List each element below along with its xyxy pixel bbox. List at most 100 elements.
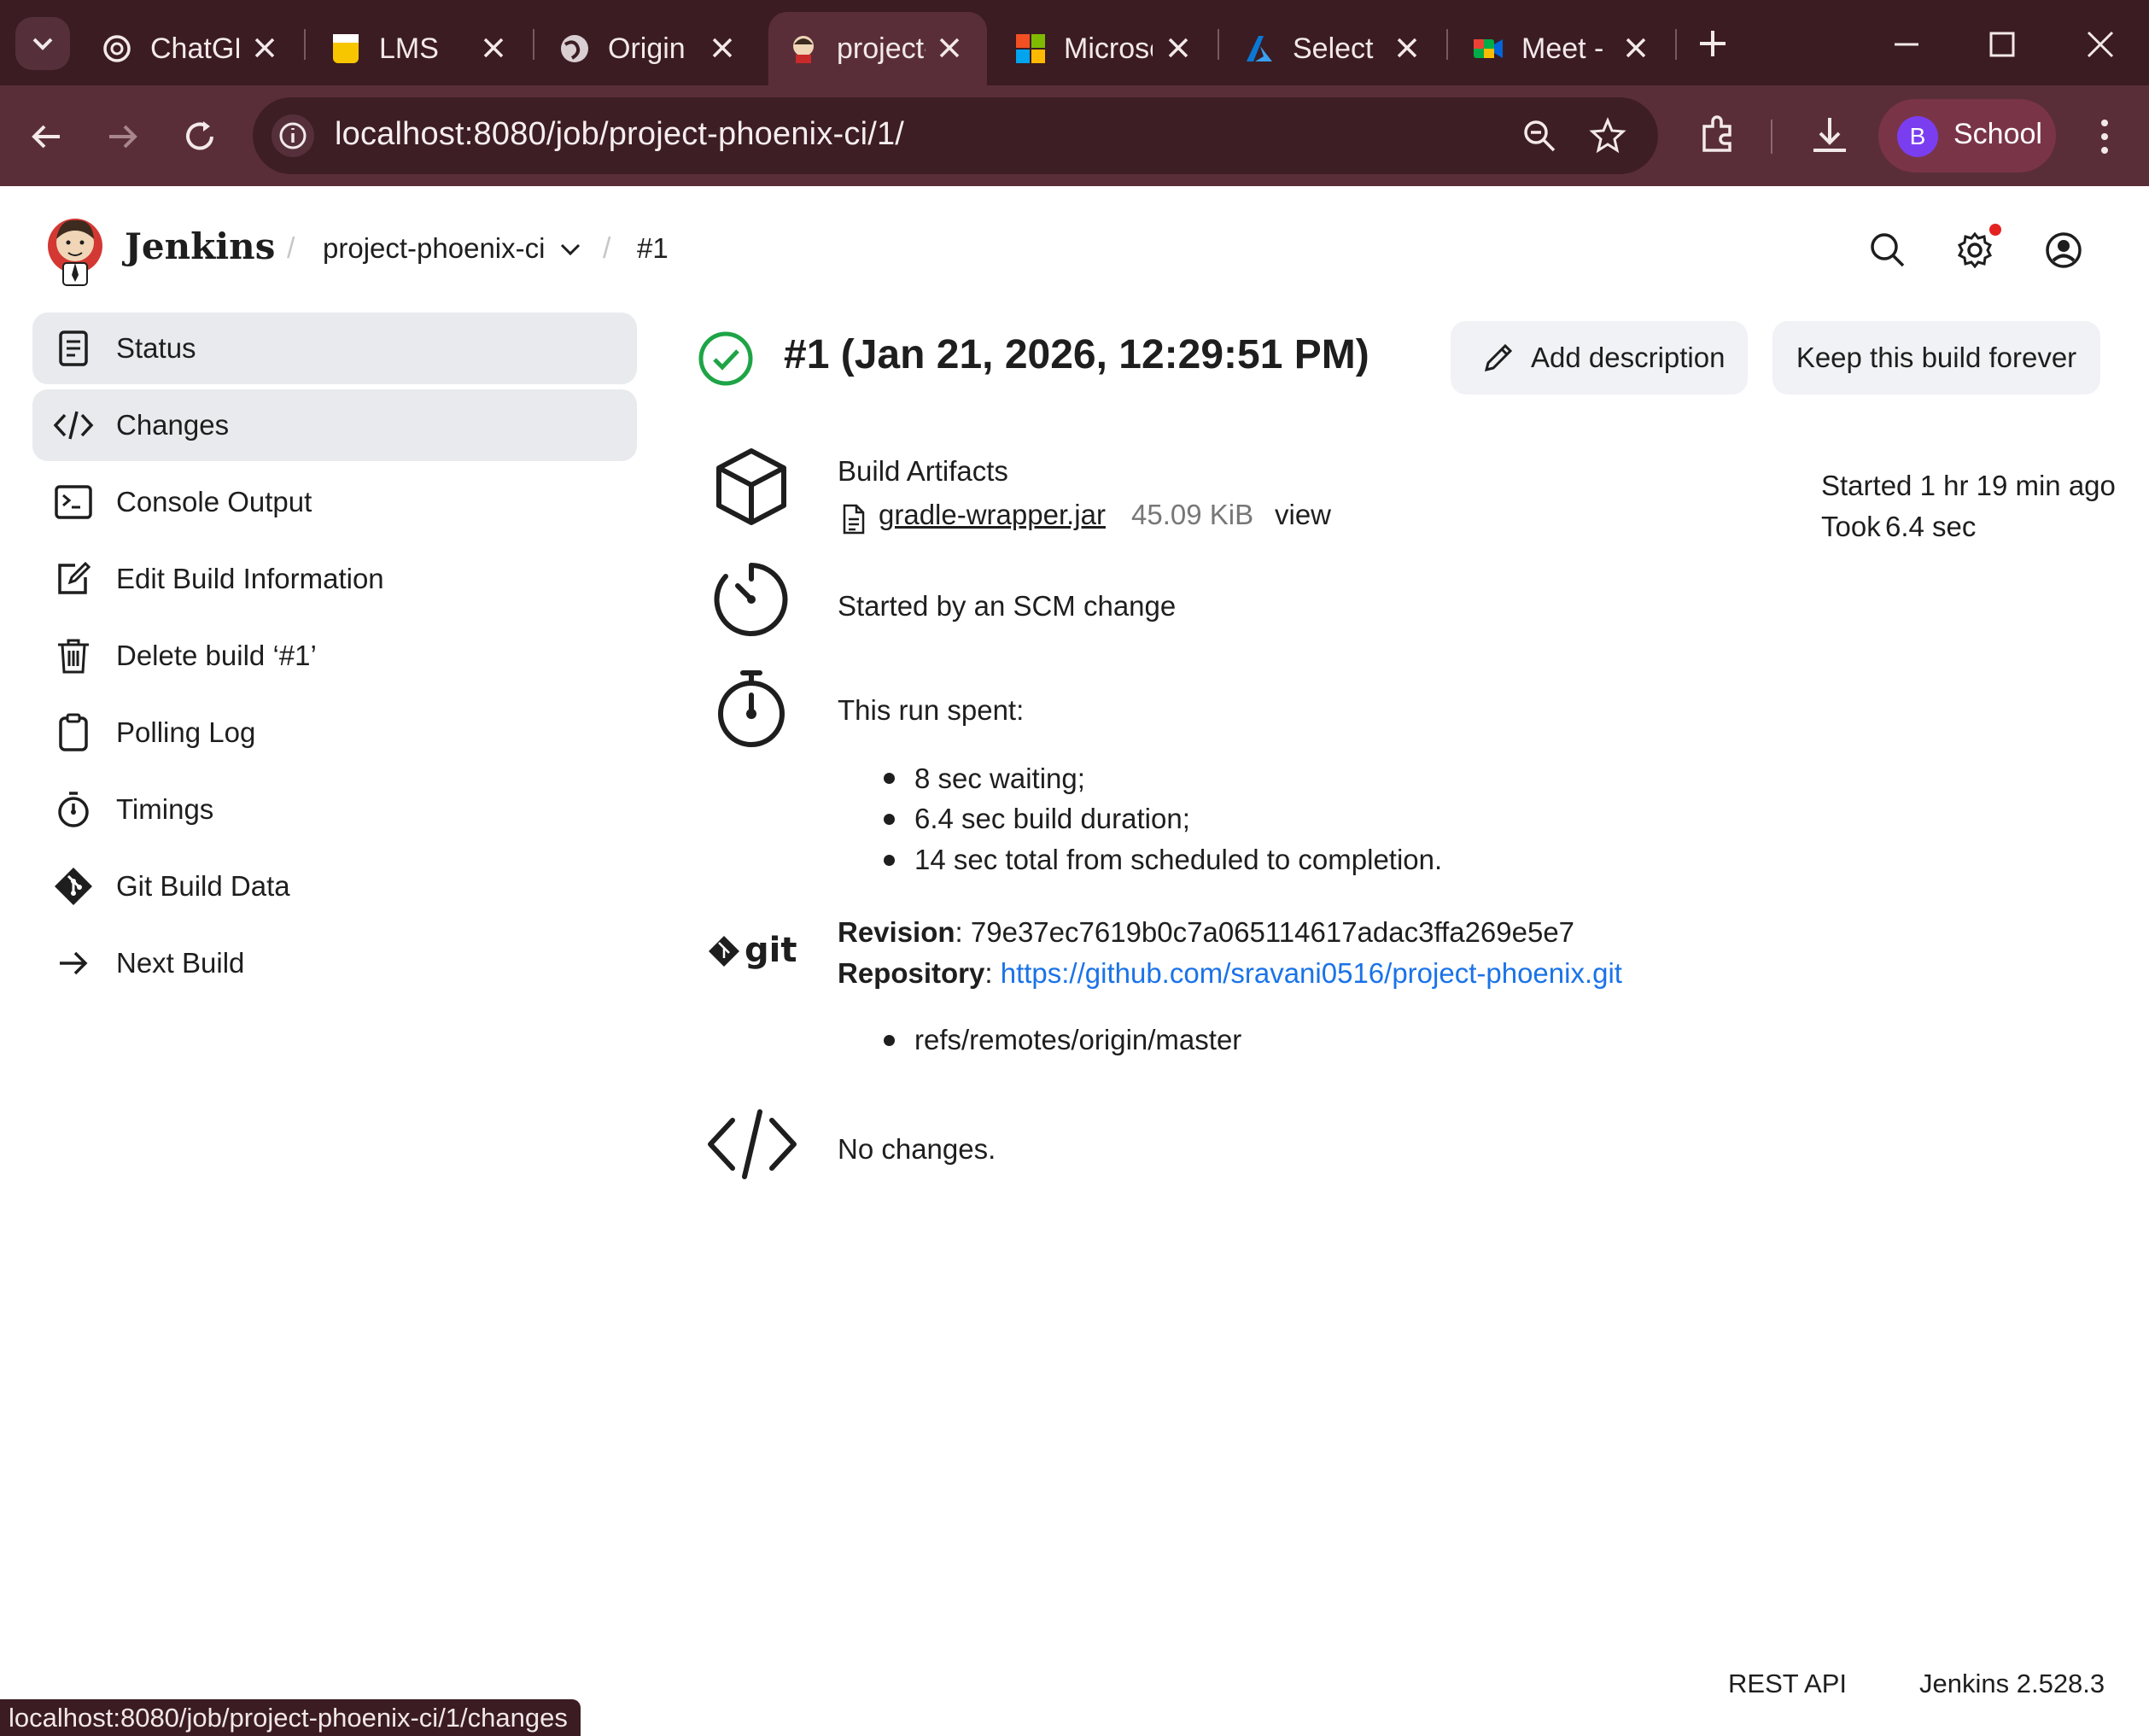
build-artifacts-link[interactable]: Build Artifacts [838, 455, 1008, 488]
repository-link[interactable]: https://github.com/sravani0516/project-p… [1001, 957, 1622, 989]
close-tab-icon[interactable] [476, 31, 511, 65]
artifact-view-link[interactable]: view [1275, 499, 1331, 531]
microsoft-icon [1014, 32, 1047, 65]
tab-meet[interactable]: Meet - [1453, 12, 1673, 85]
extensions-icon[interactable] [1692, 111, 1742, 161]
sidebar-item-label: Changes [116, 409, 230, 441]
close-tab-icon[interactable] [1390, 31, 1424, 65]
code-icon [53, 411, 94, 440]
no-changes-text: No changes. [838, 1133, 996, 1165]
toolbar-divider [1771, 120, 1772, 154]
sidebar-item-label: Git Build Data [116, 870, 290, 902]
site-info-icon[interactable] [272, 114, 314, 157]
avatar: B [1897, 116, 1938, 157]
close-tab-icon[interactable] [248, 31, 282, 65]
zoom-icon[interactable] [1520, 116, 1559, 155]
sidebar-item-next-build[interactable]: Next Build [32, 927, 637, 999]
tab-jenkins-active[interactable]: project-phoenix-ci [768, 12, 987, 85]
browser-menu-icon[interactable] [2088, 111, 2122, 162]
azure-icon [1243, 32, 1276, 65]
close-tab-icon[interactable] [705, 31, 739, 65]
jenkins-version[interactable]: Jenkins 2.528.3 [1919, 1669, 2105, 1699]
tab-divider [1218, 29, 1219, 60]
took-prefix: Took [1821, 511, 1881, 542]
notification-badge [1989, 224, 2001, 236]
meet-icon [1472, 32, 1504, 65]
terminal-icon [55, 485, 92, 519]
chevron-down-icon[interactable] [555, 234, 586, 265]
status-icon [59, 330, 88, 366]
git-logo-icon: git [709, 931, 797, 970]
tab-search-button[interactable] [15, 17, 70, 70]
sidebar-item-label: Status [116, 332, 196, 364]
edit-icon [58, 561, 91, 594]
jenkins-icon [787, 32, 820, 65]
artifact-file-link[interactable]: gradle-wrapper.jar [879, 499, 1106, 531]
tab-microsoft[interactable]: Microsoft [996, 12, 1216, 85]
forward-icon[interactable] [99, 113, 147, 161]
close-window-icon[interactable] [2082, 26, 2119, 63]
artifact-size: 45.09 KiB [1131, 499, 1254, 530]
sidebar-item-edit-build-information[interactable]: Edit Build Information [32, 543, 637, 615]
sidebar-item-console-output[interactable]: Console Output [32, 466, 637, 538]
arrow-right-icon [60, 951, 88, 975]
timing-build-duration: 6.4 sec build duration; [914, 803, 1190, 834]
stopwatch-icon [718, 670, 785, 747]
tab-title: Microsoft [1064, 32, 1153, 65]
minimize-icon[interactable] [1888, 26, 1925, 63]
build-cause-link[interactable]: Started by an SCM change [838, 590, 1176, 623]
url-text[interactable]: localhost:8080/job/project-phoenix-ci/1/ [335, 116, 904, 153]
breadcrumb-separator: / [603, 232, 611, 265]
sidebar-item-git-build-data[interactable]: Git Build Data [32, 850, 637, 922]
gear-icon[interactable] [1953, 229, 1996, 272]
trash-icon [58, 639, 89, 674]
tab-chatgpt[interactable]: ChatGPT [82, 12, 302, 85]
sidebar-item-status[interactable]: Status [32, 313, 637, 384]
jenkins-logo[interactable] [41, 212, 109, 289]
browser-tab-bar: ChatGPT LMS Origin project-phoenix-ci Mi… [0, 0, 2149, 85]
reload-icon[interactable] [176, 113, 224, 161]
breadcrumb-job[interactable]: project-phoenix-ci [323, 232, 545, 265]
timing-total: 14 sec total from scheduled to completio… [914, 844, 1443, 875]
jenkins-brand[interactable]: Jenkins [125, 225, 275, 267]
back-icon[interactable] [22, 113, 70, 161]
browser-status-url: localhost:8080/job/project-phoenix-ci/1/… [0, 1699, 581, 1736]
build-duration-link[interactable]: 6.4 sec [1885, 511, 1976, 543]
maximize-icon[interactable] [1983, 26, 2021, 63]
bookmark-star-icon[interactable] [1588, 116, 1627, 155]
address-bar[interactable]: localhost:8080/job/project-phoenix-ci/1/ [253, 97, 1658, 174]
sidebar-item-delete-build[interactable]: Delete build ‘#1’ [32, 620, 637, 692]
clipboard-icon [59, 713, 88, 751]
close-tab-icon[interactable] [932, 31, 966, 65]
tab-divider [304, 29, 306, 60]
breadcrumb-build[interactable]: #1 [637, 232, 669, 265]
user-account-icon[interactable] [2042, 229, 2085, 272]
close-tab-icon[interactable] [1161, 31, 1195, 65]
profile-button[interactable]: B School [1878, 99, 2056, 172]
package-icon [716, 448, 786, 525]
sidebar-item-timings[interactable]: Timings [32, 774, 637, 845]
sidebar-item-label: Timings [116, 793, 214, 825]
timer-icon [714, 563, 788, 636]
close-tab-icon[interactable] [1619, 31, 1653, 65]
openai-icon [101, 32, 133, 65]
chevron-down-icon [32, 38, 53, 50]
keep-build-forever-label: Keep this build forever [1796, 342, 2077, 373]
tab-lms[interactable]: LMS [311, 12, 531, 85]
timing-heading: This run spent: [838, 694, 1025, 726]
sidebar-item-polling-log[interactable]: Polling Log [32, 697, 637, 769]
search-icon[interactable] [1866, 229, 1909, 272]
download-icon[interactable] [1805, 111, 1854, 161]
keep-build-forever-button[interactable]: Keep this build forever [1772, 321, 2100, 395]
rest-api-link[interactable]: REST API [1728, 1669, 1847, 1699]
stopwatch-icon [58, 792, 89, 827]
revision-label: Revision [838, 916, 955, 948]
tab-origin[interactable]: Origin [540, 12, 760, 85]
success-check-icon [698, 331, 753, 386]
sidebar-item-label: Next Build [116, 947, 245, 979]
tab-azure[interactable]: Select [1224, 12, 1445, 85]
sidebar-item-changes[interactable]: Changes [32, 389, 637, 461]
add-description-button[interactable]: Add description [1451, 321, 1748, 395]
new-tab-icon[interactable] [1693, 24, 1732, 63]
tab-divider [1675, 29, 1677, 60]
